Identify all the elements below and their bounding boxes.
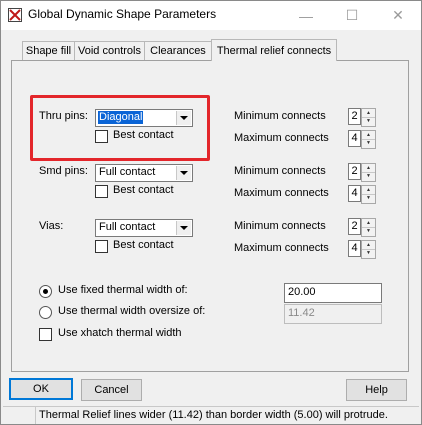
chevron-down-icon[interactable] <box>176 166 191 180</box>
vias-min-label: Minimum connects <box>234 220 326 232</box>
title-bar: Global Dynamic Shape Parameters — ☐ ✕ <box>1 1 421 30</box>
thru-pins-min-label: Minimum connects <box>234 110 326 122</box>
smd-pins-min-label: Minimum connects <box>234 165 326 177</box>
vias-max-label: Maximum connects <box>234 242 329 254</box>
spinner-arrows[interactable]: ▲ ▼ <box>361 108 376 127</box>
oversize-width-value: 11.42 <box>288 307 315 319</box>
thru-pins-min-value[interactable]: 2 <box>348 108 361 125</box>
vias-combo[interactable]: Full contact <box>95 219 193 237</box>
status-separator <box>35 407 36 424</box>
thru-pins-min-spinner[interactable]: 2 ▲ ▼ <box>348 108 376 127</box>
oversize-width-input: 11.42 <box>284 304 382 324</box>
vias-label: Vias: <box>39 220 64 232</box>
close-button[interactable]: ✕ <box>375 1 421 30</box>
smd-pins-max-label: Maximum connects <box>234 187 329 199</box>
cancel-button[interactable]: Cancel <box>81 379 142 401</box>
window-title: Global Dynamic Shape Parameters <box>28 7 217 21</box>
spinner-arrows[interactable]: ▲ ▼ <box>361 240 376 259</box>
smd-pins-value: Full contact <box>99 166 156 178</box>
fixed-width-label: Use fixed thermal width of: <box>58 284 188 296</box>
spinner-arrows[interactable]: ▲ ▼ <box>361 218 376 237</box>
spinner-arrows[interactable]: ▲ ▼ <box>361 130 376 149</box>
spin-down-icon[interactable]: ▼ <box>362 172 375 180</box>
thru-pins-max-spinner[interactable]: 4 ▲ ▼ <box>348 130 376 149</box>
vias-best-contact-checkbox[interactable] <box>95 240 108 253</box>
radio-selected-dot <box>43 289 48 294</box>
vias-best-contact-label: Best contact <box>113 239 174 251</box>
vias-min-spinner[interactable]: 2 ▲ ▼ <box>348 218 376 237</box>
smd-pins-combo[interactable]: Full contact <box>95 164 193 182</box>
dialog-window: Global Dynamic Shape Parameters — ☐ ✕ Sh… <box>0 0 422 425</box>
spinner-arrows[interactable]: ▲ ▼ <box>361 185 376 204</box>
minimize-button[interactable]: — <box>283 1 329 30</box>
spin-down-icon[interactable]: ▼ <box>362 139 375 147</box>
tab-thermal-relief-connects[interactable]: Thermal relief connects <box>211 39 337 61</box>
status-text: Thermal Relief lines wider (11.42) than … <box>39 409 388 421</box>
thru-pins-max-value[interactable]: 4 <box>348 130 361 147</box>
smd-pins-label: Smd pins: <box>39 165 88 177</box>
highlight-box <box>30 95 210 161</box>
vias-max-value[interactable]: 4 <box>348 240 361 257</box>
status-bar: Thermal Relief lines wider (11.42) than … <box>3 406 419 424</box>
spin-down-icon[interactable]: ▼ <box>362 117 375 125</box>
smd-pins-min-spinner[interactable]: 2 ▲ ▼ <box>348 163 376 182</box>
vias-value: Full contact <box>99 221 156 233</box>
xhatch-width-label: Use xhatch thermal width <box>58 327 182 339</box>
smd-pins-max-value[interactable]: 4 <box>348 185 361 202</box>
maximize-button[interactable]: ☐ <box>329 1 375 30</box>
smd-pins-min-value[interactable]: 2 <box>348 163 361 180</box>
tab-clearances[interactable]: Clearances <box>144 41 212 60</box>
fixed-width-input[interactable]: 20.00 <box>284 283 382 303</box>
smd-pins-best-contact-label: Best contact <box>113 184 174 196</box>
oversize-width-radio[interactable] <box>39 306 52 319</box>
spin-down-icon[interactable]: ▼ <box>362 249 375 257</box>
help-button[interactable]: Help <box>346 379 407 401</box>
xhatch-width-checkbox[interactable] <box>39 328 52 341</box>
spin-down-icon[interactable]: ▼ <box>362 227 375 235</box>
oversize-width-label: Use thermal width oversize of: <box>58 305 206 317</box>
tab-void-controls[interactable]: Void controls <box>74 41 145 60</box>
thru-pins-max-label: Maximum connects <box>234 132 329 144</box>
ok-button[interactable]: OK <box>9 378 73 400</box>
fixed-width-radio[interactable] <box>39 285 52 298</box>
chevron-down-icon[interactable] <box>176 221 191 235</box>
smd-pins-max-spinner[interactable]: 4 ▲ ▼ <box>348 185 376 204</box>
vias-max-spinner[interactable]: 4 ▲ ▼ <box>348 240 376 259</box>
spin-down-icon[interactable]: ▼ <box>362 194 375 202</box>
tab-shape-fill[interactable]: Shape fill <box>22 41 75 60</box>
vias-min-value[interactable]: 2 <box>348 218 361 235</box>
tab-strip: Shape fill Void controls Clearances Ther… <box>1 39 421 61</box>
fixed-width-value: 20.00 <box>288 286 316 298</box>
smd-pins-best-contact-checkbox[interactable] <box>95 185 108 198</box>
spinner-arrows[interactable]: ▲ ▼ <box>361 163 376 182</box>
app-icon <box>8 8 22 22</box>
